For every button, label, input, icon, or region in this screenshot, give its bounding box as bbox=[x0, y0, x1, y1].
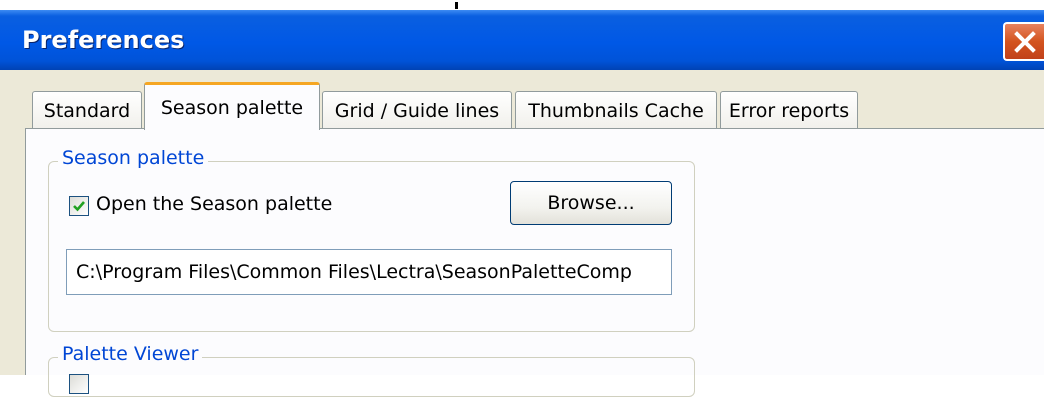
close-x-icon bbox=[1014, 31, 1036, 53]
tab-error-reports[interactable]: Error reports bbox=[720, 91, 858, 129]
tab-grid-guide-lines[interactable]: Grid / Guide lines bbox=[322, 91, 512, 129]
season-palette-group-title: Season palette bbox=[58, 147, 209, 169]
tab-label: Thumbnails Cache bbox=[528, 99, 704, 122]
open-season-palette-label[interactable]: Open the Season palette bbox=[96, 193, 332, 215]
browse-button[interactable]: Browse... bbox=[510, 181, 672, 225]
close-button[interactable] bbox=[1003, 22, 1044, 61]
tab-label: Error reports bbox=[728, 99, 850, 122]
dialog-title: Preferences bbox=[22, 26, 185, 54]
season-palette-path-field[interactable]: C:\Program Files\Common Files\Lectra\Sea… bbox=[66, 249, 672, 295]
palette-viewer-group-title: Palette Viewer bbox=[58, 343, 203, 365]
title-bar[interactable]: Preferences bbox=[0, 10, 1044, 70]
cursor-mark bbox=[455, 2, 458, 9]
browse-button-label: Browse... bbox=[547, 192, 635, 214]
tab-standard[interactable]: Standard bbox=[32, 91, 142, 129]
tab-label: Grid / Guide lines bbox=[334, 99, 500, 122]
tab-season-palette[interactable]: Season palette bbox=[144, 82, 320, 130]
preferences-dialog: Preferences Standard Season palette Grid… bbox=[0, 10, 1044, 397]
checkmark-icon bbox=[73, 201, 85, 212]
open-season-palette-checkbox[interactable] bbox=[69, 196, 89, 216]
tab-panel: Season palette Open the Season palette B… bbox=[25, 128, 1044, 397]
path-value: C:\Program Files\Common Files\Lectra\Sea… bbox=[76, 261, 632, 283]
tab-label: Season palette bbox=[160, 96, 304, 119]
palette-viewer-checkbox[interactable] bbox=[69, 374, 89, 394]
top-strip bbox=[0, 0, 1044, 10]
tab-label: Standard bbox=[43, 99, 131, 122]
tab-thumbnails-cache[interactable]: Thumbnails Cache bbox=[515, 91, 717, 129]
